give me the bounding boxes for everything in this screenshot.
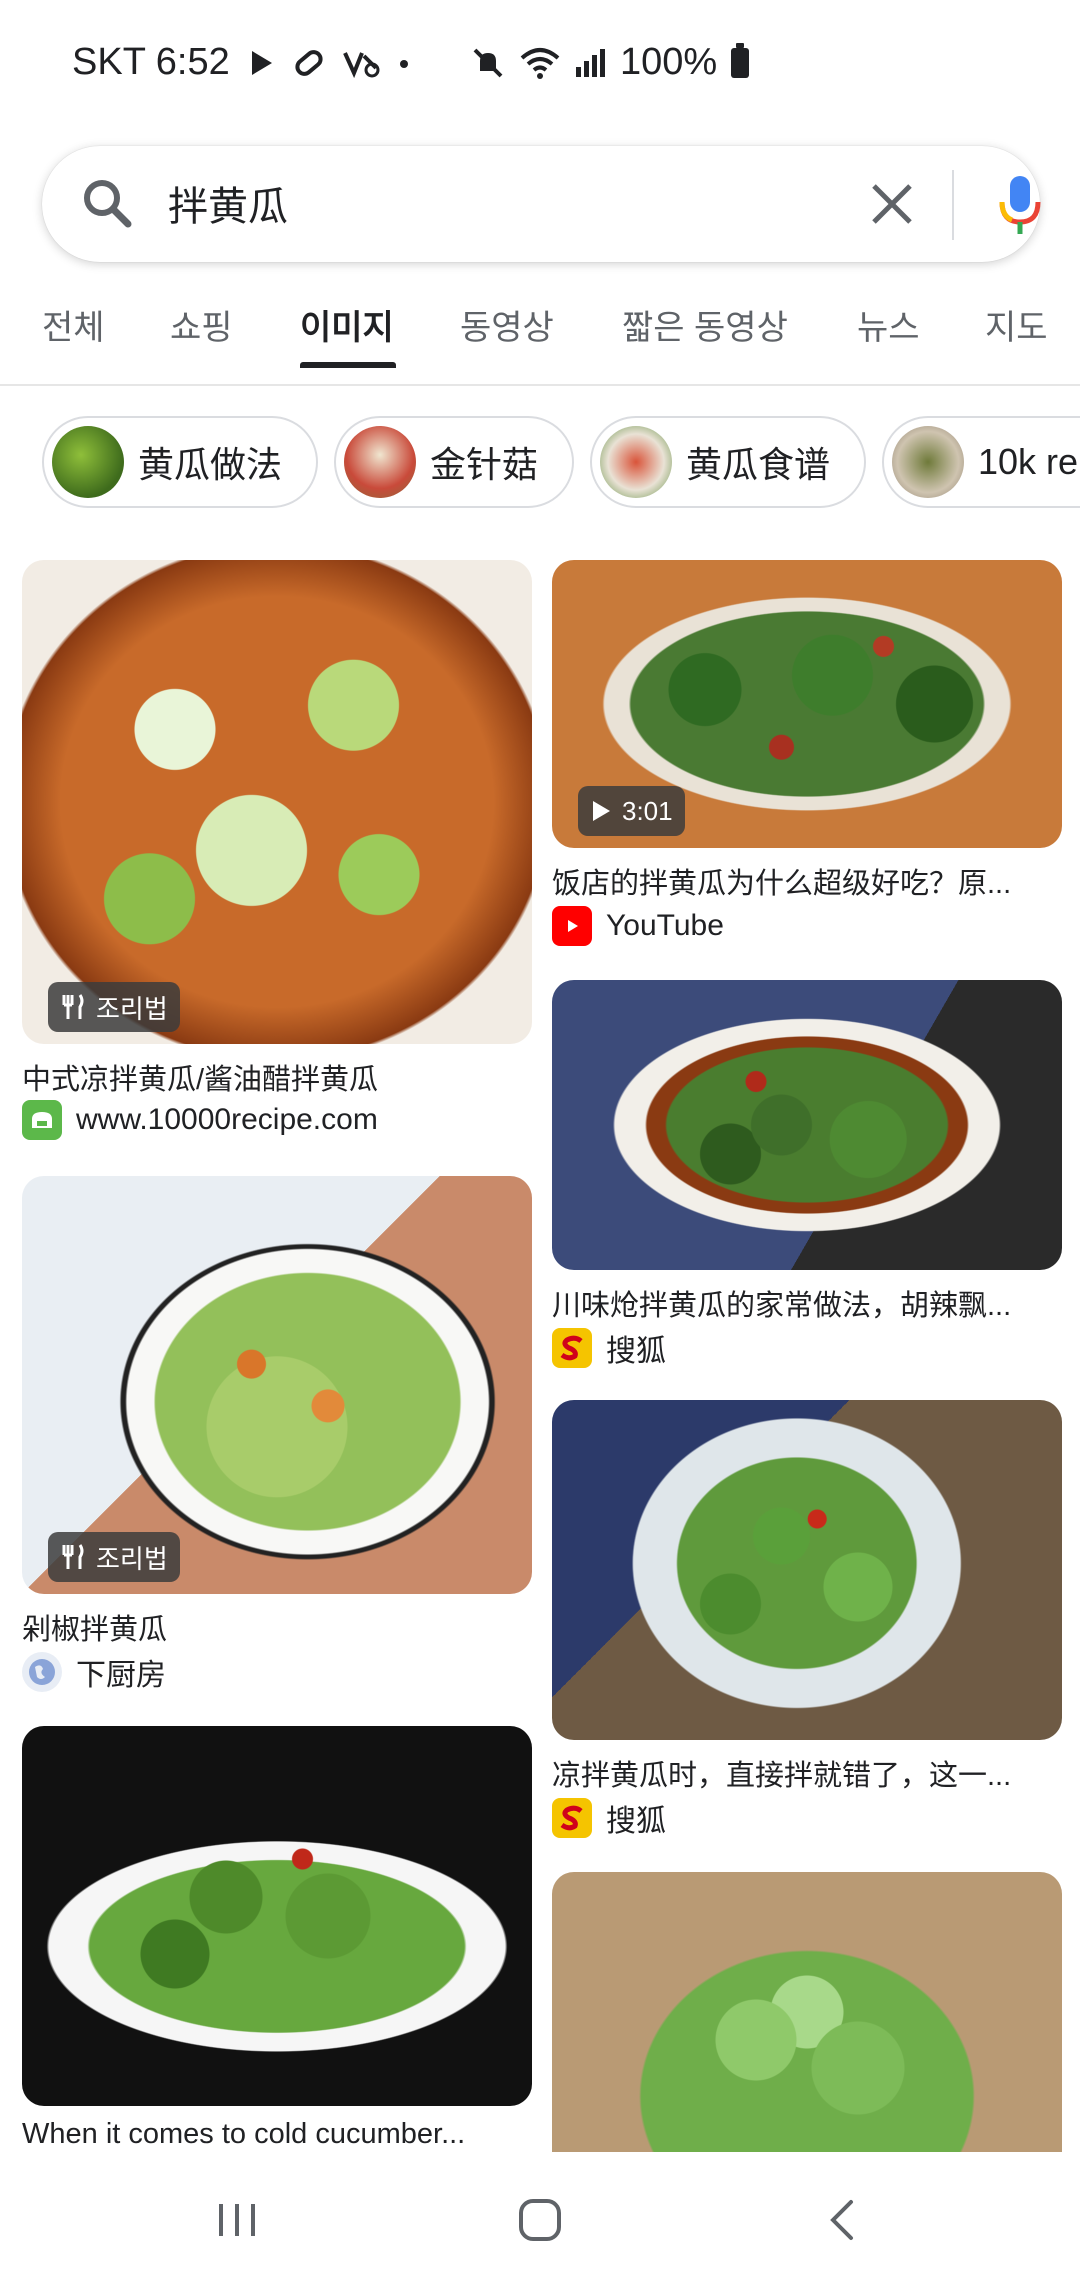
- search-bar[interactable]: 拌黄瓜: [42, 146, 1041, 262]
- recent-apps-icon[interactable]: [202, 2190, 272, 2250]
- chip-10k-recipe[interactable]: 10k re: [882, 416, 1080, 508]
- sohu-icon: [552, 1798, 592, 1838]
- recipe-badge: 조리법: [48, 982, 180, 1032]
- 10000recipe-favicon: [22, 1100, 62, 1140]
- result-thumbnail: 조리법: [22, 1176, 532, 1594]
- tab-videos[interactable]: 동영상: [460, 300, 554, 349]
- video-duration-badge: 3:01: [578, 786, 685, 836]
- mic-icon[interactable]: [992, 170, 1048, 245]
- result-thumbnail: [552, 1872, 1062, 2152]
- carrier-time: SKT 6:52: [72, 41, 230, 83]
- result-source[interactable]: 搜狐: [552, 1796, 666, 1840]
- mute-icon: [470, 45, 506, 81]
- source-label: 下厨房: [76, 1659, 166, 1692]
- result-title[interactable]: 中式凉拌黄瓜/酱油醋拌黄瓜: [22, 1056, 532, 1098]
- result-thumbnail: 3:01: [552, 560, 1062, 848]
- result-title[interactable]: When it comes to cold cucumber...: [22, 2118, 532, 2151]
- result-thumbnail: [22, 1726, 532, 2106]
- search-divider: [952, 170, 954, 240]
- chip-label: 金针菇: [430, 444, 539, 485]
- image-result[interactable]: 조리법 剁椒拌黄瓜 下厨房: [22, 1176, 532, 1696]
- chip-thumbnail: [600, 426, 672, 498]
- result-thumbnail: [552, 1400, 1062, 1740]
- play-store-icon: [246, 48, 276, 78]
- chip-cucumber-recipe[interactable]: 黄瓜做法: [42, 416, 318, 508]
- image-result[interactable]: [552, 1872, 1062, 2152]
- chip-label: 10k re: [978, 441, 1079, 482]
- signal-icon: [574, 47, 606, 79]
- chip-label: 黄瓜做法: [138, 444, 283, 485]
- result-source[interactable]: 下厨房: [22, 1650, 166, 1694]
- chip-thumbnail: [892, 426, 964, 498]
- chip-label: 黄瓜食谱: [686, 444, 831, 485]
- image-result[interactable]: When it comes to cold cucumber...: [22, 1726, 532, 2156]
- home-icon[interactable]: [505, 2190, 575, 2250]
- search-icon[interactable]: [80, 176, 136, 237]
- result-source[interactable]: 搜狐: [552, 1326, 666, 1370]
- chip-enoki[interactable]: 金针菇: [334, 416, 574, 508]
- battery-level: 100%: [620, 41, 718, 83]
- globe-icon: [22, 1652, 62, 1692]
- result-source[interactable]: www.10000recipe.com: [22, 1100, 378, 1140]
- chip-cucumber-cookbook[interactable]: 黄瓜食谱: [590, 416, 866, 508]
- result-thumbnail: 조리법: [22, 560, 532, 1044]
- result-title[interactable]: 川味炝拌黄瓜的家常做法，胡辣飘...: [552, 1282, 1062, 1324]
- result-source[interactable]: YouTube: [552, 906, 724, 946]
- pill-icon: [292, 48, 326, 78]
- fork-knife-icon: [62, 994, 84, 1019]
- tab-shopping[interactable]: 쇼핑: [170, 300, 233, 349]
- source-label: YouTube: [606, 909, 724, 942]
- system-nav-bar: [0, 2160, 1080, 2280]
- missed-call-icon: [342, 48, 380, 78]
- image-result[interactable]: 3:01 饭店的拌黄瓜为什么超级好吃？原... YouTube: [552, 560, 1062, 950]
- image-result[interactable]: 凉拌黄瓜时，直接拌就错了，这一... 搜狐: [552, 1400, 1062, 1838]
- result-title[interactable]: 剁椒拌黄瓜: [22, 1606, 532, 1648]
- search-tabs: 전체 쇼핑 이미지 동영상 짧은 동영상 뉴스 지도: [0, 290, 1080, 386]
- chip-thumbnail: [344, 426, 416, 498]
- youtube-icon: [552, 906, 592, 946]
- search-input[interactable]: 拌黄瓜: [168, 174, 288, 232]
- active-tab-indicator: [300, 362, 396, 368]
- related-chips: 黄瓜做法 金针菇 黄瓜食谱 10k re: [0, 412, 1080, 512]
- tab-all[interactable]: 전체: [42, 300, 105, 349]
- badge-label: 3:01: [622, 795, 673, 826]
- fork-knife-icon: [62, 1544, 84, 1569]
- image-result[interactable]: 조리법 中式凉拌黄瓜/酱油醋拌黄瓜 www.10000recipe.com: [22, 560, 532, 1150]
- tab-news[interactable]: 뉴스: [857, 300, 920, 349]
- dot-icon: [396, 48, 412, 78]
- status-bar: SKT 6:52 100%: [0, 0, 1080, 125]
- source-label: www.10000recipe.com: [76, 1103, 378, 1136]
- source-label: 搜狐: [606, 1805, 666, 1838]
- tab-short-videos[interactable]: 짧은 동영상: [622, 300, 788, 349]
- play-icon: [593, 801, 610, 821]
- result-title[interactable]: 凉拌黄瓜时，直接拌就错了，这一...: [552, 1752, 1062, 1794]
- result-title[interactable]: 饭店的拌黄瓜为什么超级好吃？原...: [552, 860, 1062, 902]
- recipe-badge: 조리법: [48, 1532, 180, 1582]
- sohu-icon: [552, 1328, 592, 1368]
- badge-label: 조리법: [96, 1543, 168, 1574]
- battery-icon: [731, 42, 750, 78]
- source-label: 搜狐: [606, 1335, 666, 1368]
- tab-images[interactable]: 이미지: [300, 300, 394, 349]
- chip-thumbnail: [52, 426, 124, 498]
- tab-maps[interactable]: 지도: [985, 300, 1048, 349]
- clear-icon[interactable]: [864, 176, 920, 237]
- image-result[interactable]: 川味炝拌黄瓜的家常做法，胡辣飘... 搜狐: [552, 980, 1062, 1370]
- result-thumbnail: [552, 980, 1062, 1270]
- wifi-icon: [520, 46, 560, 80]
- back-icon[interactable]: [808, 2190, 878, 2250]
- badge-label: 조리법: [96, 993, 168, 1024]
